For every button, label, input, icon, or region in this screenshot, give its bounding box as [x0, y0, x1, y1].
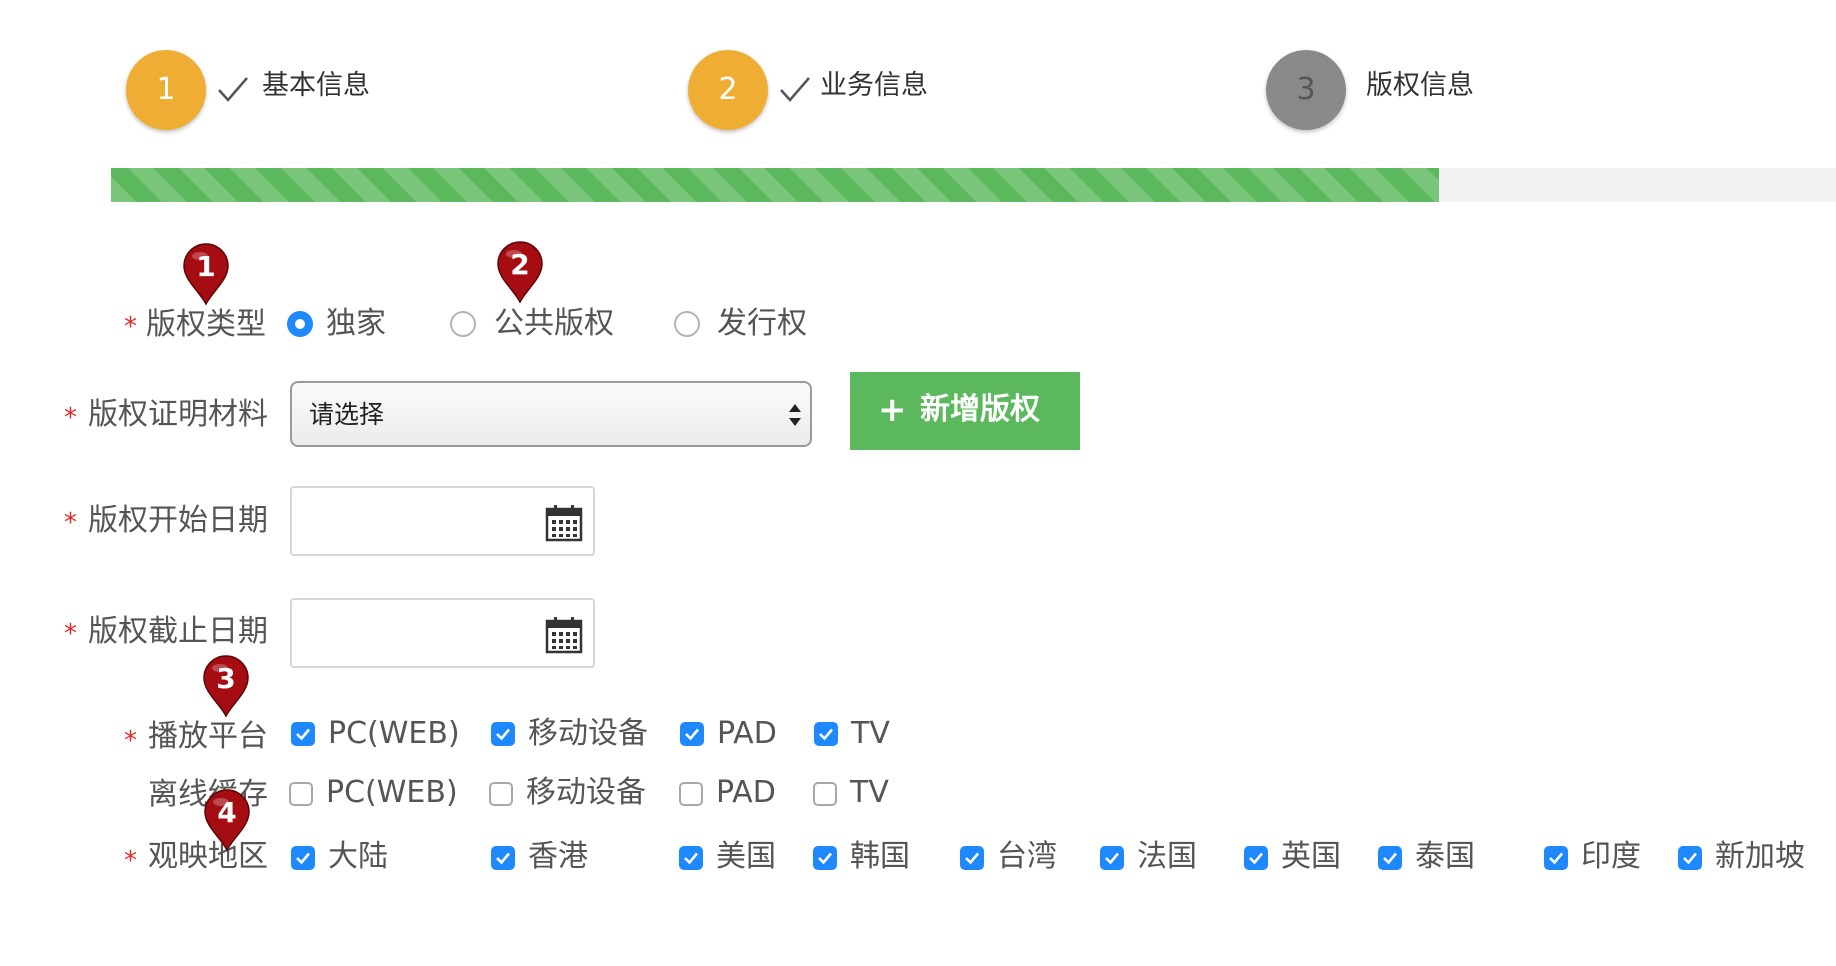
region-checkbox-label-2[interactable]: 香港 [528, 839, 588, 875]
platform-label: 播放平台 [148, 719, 268, 754]
offline-cache-checkbox-label-4[interactable]: TV [850, 775, 889, 811]
region-checkbox-label-3[interactable]: 美国 [716, 839, 776, 875]
radio-distribution-label[interactable]: 发行权 [717, 306, 807, 342]
region-checkbox-8[interactable] [1378, 846, 1402, 870]
region-checkbox-5[interactable] [960, 846, 984, 870]
region-checkbox-4[interactable] [813, 846, 837, 870]
progress-bar-fill [111, 168, 1440, 202]
calendar-icon[interactable] [545, 504, 583, 542]
region-checkbox-label-8[interactable]: 泰国 [1415, 839, 1475, 875]
end-date-input[interactable] [290, 598, 595, 668]
platform-checkbox-1[interactable] [291, 722, 315, 746]
proof-label: 版权证明材料 [88, 397, 268, 432]
select-arrows-icon [789, 404, 801, 426]
region-checkbox-6[interactable] [1100, 846, 1124, 870]
step-1-label: 基本信息 [262, 70, 370, 101]
check-icon [780, 77, 810, 102]
required-mark: * [64, 403, 77, 433]
add-copyright-button[interactable]: + 新增版权 [850, 372, 1080, 450]
plus-icon: + [878, 390, 907, 430]
platform-checkbox-4[interactable] [814, 722, 838, 746]
region-checkbox-10[interactable] [1678, 846, 1702, 870]
marker-number: 4 [217, 796, 237, 829]
offline-cache-checkbox-4[interactable] [813, 782, 837, 806]
radio-exclusive-label[interactable]: 独家 [326, 306, 386, 342]
platform-checkbox-label-3[interactable]: PAD [717, 716, 777, 752]
region-checkbox-label-6[interactable]: 法国 [1137, 839, 1197, 875]
required-mark: * [124, 726, 137, 756]
calendar-icon[interactable] [545, 616, 583, 654]
step-1-number: 1 [126, 50, 206, 130]
region-checkbox-label-7[interactable]: 英国 [1281, 839, 1341, 875]
check-icon [218, 77, 248, 102]
start-date-label: 版权开始日期 [88, 503, 268, 538]
step-2-label: 业务信息 [820, 70, 928, 101]
region-checkbox-1[interactable] [291, 846, 315, 870]
map-pin-icon: 3 [200, 654, 252, 718]
platform-checkbox-3[interactable] [680, 722, 704, 746]
required-mark: * [124, 846, 137, 876]
region-checkbox-label-1[interactable]: 大陆 [328, 839, 388, 875]
proof-select[interactable]: 请选择 [290, 381, 812, 447]
radio-distribution[interactable] [674, 311, 700, 337]
region-checkbox-label-9[interactable]: 印度 [1581, 839, 1641, 875]
required-mark: * [124, 312, 137, 342]
platform-checkbox-label-2[interactable]: 移动设备 [528, 716, 648, 752]
end-date-label: 版权截止日期 [88, 614, 268, 649]
offline-cache-checkbox-2[interactable] [489, 782, 513, 806]
offline-cache-checkbox-1[interactable] [289, 782, 313, 806]
required-mark: * [64, 619, 77, 649]
marker-number: 1 [196, 250, 216, 283]
add-copyright-button-label: 新增版权 [920, 392, 1040, 427]
marker-number: 3 [216, 662, 236, 695]
region-checkbox-9[interactable] [1544, 846, 1568, 870]
platform-checkbox-label-1[interactable]: PC(WEB) [328, 716, 460, 752]
step-2-number: 2 [688, 50, 768, 130]
region-checkbox-label-4[interactable]: 韩国 [850, 839, 910, 875]
progress-bar [111, 168, 1836, 202]
radio-public-copyright[interactable] [450, 311, 476, 337]
copyright-type-label: 版权类型 [146, 307, 266, 342]
proof-select-value: 请选择 [309, 400, 385, 429]
offline-cache-checkbox-label-2[interactable]: 移动设备 [526, 775, 646, 811]
step-3-label: 版权信息 [1366, 70, 1474, 101]
region-checkbox-label-10[interactable]: 新加坡 [1715, 839, 1805, 875]
offline-cache-checkbox-label-1[interactable]: PC(WEB) [326, 775, 458, 811]
region-checkbox-label-5[interactable]: 台湾 [997, 839, 1057, 875]
map-pin-icon: 2 [494, 240, 546, 304]
region-checkbox-3[interactable] [679, 846, 703, 870]
platform-checkbox-label-4[interactable]: TV [851, 716, 890, 752]
required-mark: * [64, 508, 77, 538]
region-checkbox-7[interactable] [1244, 846, 1268, 870]
start-date-input[interactable] [290, 486, 595, 556]
marker-number: 2 [510, 248, 530, 281]
offline-cache-checkbox-3[interactable] [679, 782, 703, 806]
region-checkbox-2[interactable] [491, 846, 515, 870]
platform-checkbox-2[interactable] [491, 722, 515, 746]
radio-public-copyright-label[interactable]: 公共版权 [494, 306, 614, 342]
map-pin-icon: 4 [201, 788, 253, 852]
offline-cache-checkbox-label-3[interactable]: PAD [716, 775, 776, 811]
radio-exclusive[interactable] [287, 311, 313, 337]
map-pin-icon: 1 [180, 242, 232, 306]
step-3-number: 3 [1266, 50, 1346, 130]
